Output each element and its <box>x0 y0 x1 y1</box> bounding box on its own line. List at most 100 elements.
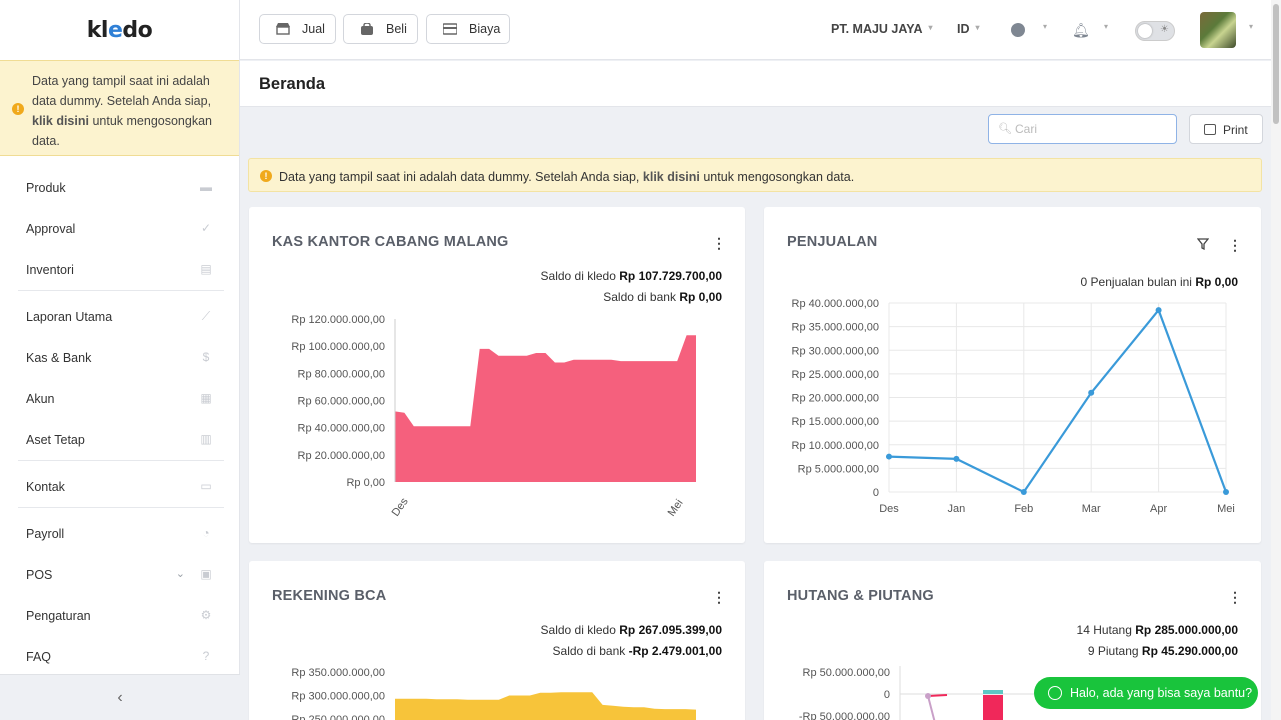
contact-card-icon: ▭ <box>200 479 212 493</box>
y-tick-label: Rp 20.000.000,00 <box>792 393 879 405</box>
caret-down-icon: ▾ <box>928 23 933 32</box>
print-label: Print <box>1223 123 1248 137</box>
data-point <box>1155 307 1162 314</box>
warning-icon: ! <box>260 170 272 182</box>
y-tick-label: Rp 5.000.000,00 <box>798 463 879 475</box>
sidebar-item-aset-tetap[interactable]: Aset Tetap ▥ <box>0 419 239 460</box>
avatar[interactable] <box>1200 12 1236 48</box>
penjualan-line-chart: Des Jan Feb Mar Apr Mei 0 Rp 5.000.000,00 Rp 10.… <box>792 298 1235 515</box>
company-selector[interactable]: PT. MAJU JAYA ▾ <box>831 22 933 36</box>
sidebar-item-laporan-utama[interactable]: Laporan Utama ⟋ <box>0 296 239 337</box>
sidebar-item-kontak[interactable]: Kontak ▭ <box>0 466 239 507</box>
printer-icon <box>1204 124 1216 135</box>
bag-icon <box>361 23 373 35</box>
warning-icon: ! <box>12 103 24 115</box>
warehouse-icon: ▤ <box>200 262 212 276</box>
y-tick-label: Rp 15.000.000,00 <box>792 416 879 428</box>
kas-area-chart: Des Mei Rp 0,00 Rp 20.000.000,00 Rp 40.000… <box>291 314 696 519</box>
y-tick-label: Rp 35.000.000,00 <box>792 322 879 334</box>
kledo-logo[interactable]: kl e do <box>0 0 239 60</box>
clock-icon[interactable] <box>1011 23 1025 37</box>
sidebar-item-payroll[interactable]: Payroll ◔ <box>0 513 239 554</box>
bell-icon[interactable]: 🔔︎ <box>1072 22 1090 39</box>
sidebar-item-kas-bank[interactable]: Kas & Bank $ <box>0 337 239 378</box>
x-tick-label: Feb <box>1014 503 1033 515</box>
search-input[interactable]: 🔍︎ Cari <box>988 114 1177 144</box>
hutang-bar <box>983 695 1003 720</box>
sidebar-item-label: Kas & Bank <box>26 350 92 365</box>
y-tick-label: Rp 20.000.000,00 <box>298 450 385 462</box>
box-icon: ▬ <box>200 180 212 194</box>
piutang-bar <box>983 690 1003 694</box>
topbar: Jual Beli Biaya PT. MAJU JAYA ▾ ID ▾ ▾ 🔔︎ … <box>240 0 1271 60</box>
sidebar-item-inventori[interactable]: Inventori ▤ <box>0 249 239 290</box>
pos-icon: ▣ <box>200 567 212 581</box>
page-header: Beranda <box>240 61 1271 107</box>
trend-line <box>927 695 936 720</box>
x-tick-label: Mei <box>666 497 686 518</box>
language-code: ID <box>957 22 970 36</box>
language-selector[interactable]: ID ▾ <box>957 22 980 36</box>
print-button[interactable]: Print <box>1189 114 1263 144</box>
sidebar-item-approval[interactable]: Approval ✓ <box>0 208 239 249</box>
y-tick-label: 0 <box>873 487 879 499</box>
sidebar-item-label: Inventori <box>26 262 74 277</box>
biaya-label: Biaya <box>469 22 501 36</box>
dummy-data-warning: ! Data yang tampil saat ini adalah data … <box>248 158 1262 192</box>
sidebar-item-label: Produk <box>26 180 66 195</box>
sidebar-item-label: Aset Tetap <box>26 432 85 447</box>
kas-card: KAS KANTOR CABANG MALANG ⋮ Saldo di kled… <box>249 207 745 543</box>
data-point <box>925 693 931 699</box>
jual-button[interactable]: Jual <box>259 14 336 44</box>
penjualan-card: PENJUALAN ⋮ 0 Penjualan bulan ini Rp 0,0… <box>764 207 1261 543</box>
data-point <box>1223 489 1229 495</box>
x-tick-label: Des <box>390 495 411 518</box>
biaya-button[interactable]: Biaya <box>426 14 510 44</box>
x-tick-label: Apr <box>1150 503 1167 515</box>
y-tick-label: Rp 10.000.000,00 <box>792 440 879 452</box>
sidebar: kl e do ! Data yang tampil saat ini adalah… <box>0 0 240 720</box>
sidebar-item-label: Payroll <box>26 526 65 541</box>
y-tick-label: Rp 25.000.000,00 <box>792 369 879 381</box>
sidebar-item-label: Laporan Utama <box>26 309 113 324</box>
payroll-icon: ◔ <box>202 526 210 540</box>
warning-text-end: untuk mengosongkan data. <box>703 170 855 184</box>
sidebar-item-pengaturan[interactable]: Pengaturan ⚙ <box>0 595 239 636</box>
page-title: Beranda <box>259 75 326 93</box>
clear-data-link[interactable]: klik disini <box>643 170 700 184</box>
x-tick-label: Des <box>879 503 899 515</box>
sidebar-item-pos[interactable]: POS ⌄ ▣ <box>0 554 239 595</box>
y-tick-label: Rp 300.000.000,00 <box>291 691 385 703</box>
company-name: PT. MAJU JAYA <box>831 22 923 36</box>
sidebar-collapse-button[interactable]: ‹ <box>0 674 240 720</box>
chat-support-button[interactable]: Halo, ada yang bisa saya bantu? <box>1034 677 1258 709</box>
series-line <box>888 307 1228 494</box>
y-tick-label: Rp 30.000.000,00 <box>792 345 879 357</box>
theme-toggle[interactable]: ☀ <box>1135 21 1175 41</box>
caret-down-icon[interactable]: ▾ <box>1249 22 1253 31</box>
data-point <box>1020 489 1027 495</box>
sidebar-item-label: FAQ <box>26 649 52 664</box>
building-icon: ▥ <box>200 432 212 446</box>
scrollbar-thumb[interactable] <box>1273 4 1279 124</box>
data-point <box>886 453 892 460</box>
check-icon: ✓ <box>200 221 212 235</box>
page-scrollbar[interactable] <box>1271 0 1281 720</box>
sidebar-item-label: Approval <box>26 221 76 236</box>
bca-card: REKENING BCA ⋮ Saldo di kledo Rp 267.095… <box>249 561 745 720</box>
x-tick-label: Jan <box>948 503 966 515</box>
data-point <box>953 455 960 462</box>
beli-button[interactable]: Beli <box>343 14 418 44</box>
toggle-knob <box>1138 24 1152 38</box>
sidebar-item-label: Pengaturan <box>26 608 91 623</box>
sidebar-item-faq[interactable]: FAQ? <box>0 636 239 677</box>
sun-icon: ☀ <box>1160 24 1169 35</box>
sidebar-item-akun[interactable]: Akun ▦ <box>0 378 239 419</box>
sidebar-item-produk[interactable]: Produk ▬ <box>0 167 239 208</box>
y-tick-label: Rp 40.000.000,00 <box>792 298 879 310</box>
caret-down-icon[interactable]: ▾ <box>1104 22 1108 31</box>
y-tick-label: Rp 100.000.000,00 <box>291 341 385 353</box>
caret-down-icon[interactable]: ▾ <box>1043 22 1047 31</box>
y-tick-label: Rp 250.000.000,00 <box>291 714 385 720</box>
clear-data-link[interactable]: klik disini <box>32 114 89 128</box>
